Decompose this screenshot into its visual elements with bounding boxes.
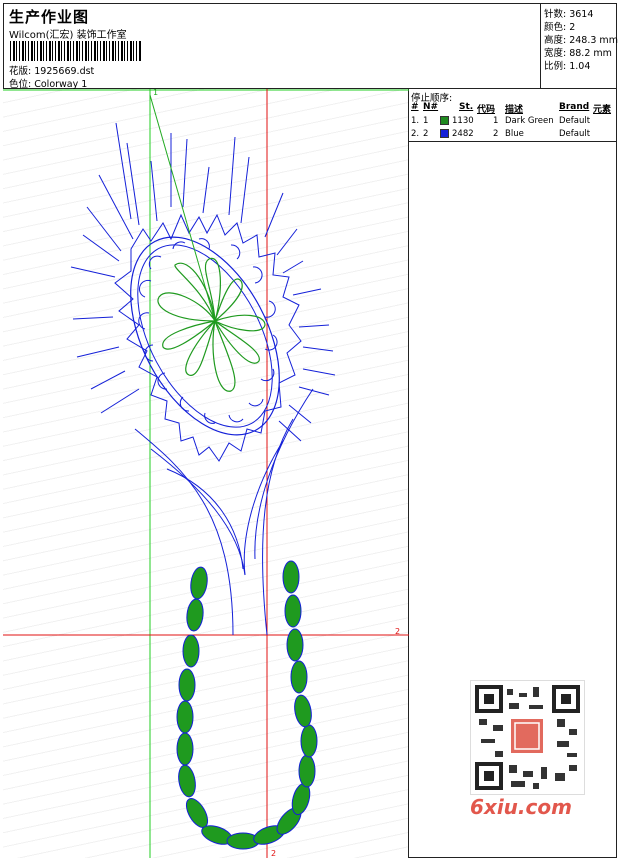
row-stitches: 1130 xyxy=(452,116,474,126)
watermark: 6xiu.com xyxy=(470,795,572,819)
design-scale: 比例: 1.04 xyxy=(544,61,591,72)
thread-swatch xyxy=(440,116,449,125)
marker-top: 1 xyxy=(153,88,159,97)
header-element: 元素 xyxy=(593,105,612,115)
qr-code xyxy=(470,680,585,795)
row-description: Blue xyxy=(505,129,524,139)
barcode xyxy=(10,41,141,61)
sequence-row[interactable]: 2. 2 2482 2 Blue Default xyxy=(409,128,617,141)
row-needle: 1 xyxy=(423,116,429,126)
stats-box: 针数: 3614 颜色: 2 高度: 248.3 mm 宽度: 88.2 mm … xyxy=(540,3,618,89)
marker-bottom: 2 xyxy=(271,849,277,858)
header-index: # xyxy=(411,102,419,112)
design-canvas[interactable]: 1 2 2 xyxy=(3,88,409,858)
row-needle: 2 xyxy=(423,129,429,139)
design-row: 花版: 1925669.dst xyxy=(9,63,94,77)
sheet-title: 生产作业图 xyxy=(9,8,90,26)
stop-sequence-panel: 停止顺序: # N# St. 代码 描述 Brand 元素 1. 1 1130 … xyxy=(409,89,617,858)
color-count: 颜色: 2 xyxy=(544,22,576,33)
header-stitches: St. xyxy=(459,102,474,112)
stitch-count: 针数: 3614 xyxy=(544,9,594,20)
colorway-row: 色位: Colorway 1 xyxy=(9,76,87,90)
blue-rays xyxy=(70,122,336,442)
panel-divider xyxy=(409,141,617,142)
outer-oval xyxy=(130,236,280,436)
row-description: Dark Green xyxy=(505,116,554,126)
green-flower xyxy=(157,257,266,392)
row-brand: Default xyxy=(559,116,591,126)
row-code: 2 xyxy=(493,129,499,139)
row-index: 1. xyxy=(411,116,420,126)
header-needle: N# xyxy=(423,102,439,112)
leaf-chain xyxy=(176,560,318,850)
embroidery-preview xyxy=(3,89,409,858)
marker-right: 2 xyxy=(395,627,401,636)
design-height: 高度: 248.3 mm xyxy=(544,35,618,46)
sheet-header: 生产作业图 Wilcom(汇宏) 装饰工作室 花版: 1925669.dst 色… xyxy=(3,3,617,90)
row-stitches: 2482 xyxy=(452,129,474,139)
row-brand: Default xyxy=(559,129,591,139)
header-brand: Brand xyxy=(559,102,590,112)
design-width: 宽度: 88.2 mm xyxy=(544,48,612,59)
studio-name: Wilcom(汇宏) 装饰工作室 xyxy=(9,30,127,41)
row-code: 1 xyxy=(493,116,499,126)
header-description: 描述 xyxy=(505,105,524,115)
row-index: 2. xyxy=(411,129,420,139)
thread-swatch xyxy=(440,129,449,138)
header-code: 代码 xyxy=(477,105,496,115)
sequence-row[interactable]: 1. 1 1130 1 Dark Green Default xyxy=(409,115,617,128)
